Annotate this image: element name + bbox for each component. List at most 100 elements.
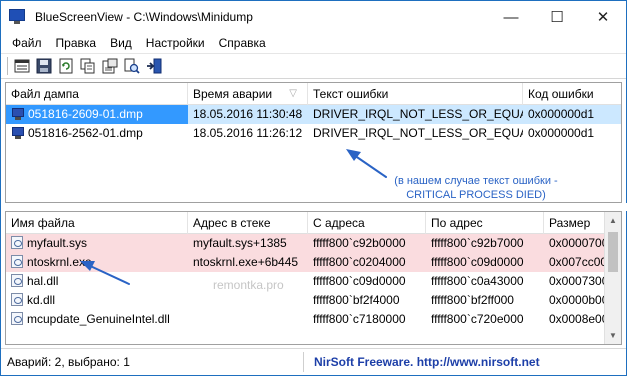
driver-filename: mcupdate_GenuineIntel.dll: [27, 312, 170, 326]
status-crash-count: Аварий: 2, выбрано: 1: [1, 352, 304, 372]
column-header-bug-check-string[interactable]: Текст ошибки: [308, 83, 523, 105]
column-header-to-address[interactable]: По адрес: [426, 212, 544, 234]
from-address-cell: fffff800`bf2f4000: [313, 293, 400, 307]
scroll-down-icon[interactable]: ▼: [605, 327, 621, 344]
window-title-separator: -: [126, 10, 131, 24]
dump-file-name: 051816-2562-01.dmp: [28, 126, 143, 140]
to-address-cell: fffff800`c720e000: [431, 312, 524, 326]
dump-file-name: 051816-2609-01.dmp: [28, 107, 143, 121]
menu-file[interactable]: Файл: [5, 36, 49, 50]
pane-splitter[interactable]: [1, 203, 627, 211]
column-header-bug-check-code[interactable]: Код ошибки: [523, 83, 621, 105]
size-cell: 0x0008e000: [549, 312, 606, 326]
scroll-up-icon[interactable]: ▲: [605, 212, 621, 229]
driver-row[interactable]: myfault.sys myfault.sys+1385 fffff800`c9…: [6, 234, 621, 253]
driver-file-icon: [11, 293, 23, 306]
to-address-cell: fffff800`c0a43000: [431, 274, 524, 288]
bug-check-string-cell: DRIVER_IRQL_NOT_LESS_OR_EQUAL: [313, 107, 523, 121]
column-header-crash-time[interactable]: Время аварии ▽: [188, 83, 308, 105]
save-icon: [36, 58, 52, 74]
stack-address-cell: myfault.sys+1385: [193, 236, 287, 250]
bluescreenview-app-icon: [9, 9, 27, 25]
dump-file-cell: 051816-2609-01.dmp: [6, 105, 188, 124]
html-report-icon: [102, 58, 118, 74]
sort-descending-icon: ▽: [289, 88, 297, 99]
to-address-cell: fffff800`bf2ff000: [431, 293, 514, 307]
window-controls: — ☐ ✕: [488, 1, 626, 33]
column-header-dump-file[interactable]: Файл дампа: [6, 83, 188, 105]
menu-view[interactable]: Вид: [103, 36, 139, 50]
annotation-line-2: CRITICAL PROCESS DIED): [406, 189, 546, 201]
crash-dump-row[interactable]: 051816-2609-01.dmp 18.05.2016 11:30:48 D…: [6, 105, 621, 124]
menu-help[interactable]: Справка: [212, 36, 273, 50]
window-app-name: BlueScreenView: [35, 10, 123, 24]
to-address-cell: fffff800`c09d0000: [431, 255, 524, 269]
driver-filename: hal.dll: [27, 274, 59, 288]
size-cell: 0x007cc000: [549, 255, 606, 269]
crash-dump-list-header: Файл дампа Время аварии ▽ Текст ошибки К…: [6, 83, 621, 105]
maximize-button[interactable]: ☐: [534, 1, 580, 33]
driver-file-icon: [11, 255, 23, 268]
find-icon: [124, 58, 140, 74]
column-header-crash-time-label: Время аварии: [193, 87, 273, 101]
filename-cell: myfault.sys: [6, 234, 188, 253]
exit-button[interactable]: [143, 55, 165, 77]
status-bar: Аварий: 2, выбрано: 1 NirSoft Freeware. …: [1, 348, 626, 375]
driver-row[interactable]: ntoskrnl.exe ntoskrnl.exe+6b445 fffff800…: [6, 253, 621, 272]
properties-icon: [14, 59, 30, 73]
menu-bar: Файл Правка Вид Настройки Справка: [1, 33, 626, 53]
watermark: remontka.pro: [213, 278, 284, 292]
driver-filename: kd.dll: [27, 293, 56, 307]
bug-check-string-cell: DRIVER_IRQL_NOT_LESS_OR_EQUAL: [313, 126, 523, 140]
column-header-from-address[interactable]: С адреса: [308, 212, 426, 234]
from-address-cell: fffff800`c0204000: [313, 255, 406, 269]
from-address-cell: fffff800`c92b0000: [313, 236, 406, 250]
column-header-filename[interactable]: Имя файла: [6, 212, 188, 234]
stack-address-cell: [188, 310, 308, 329]
scroll-thumb[interactable]: [608, 232, 618, 272]
status-nirsoft-link[interactable]: NirSoft Freeware. http://www.nirsoft.net: [304, 355, 540, 369]
column-header-size[interactable]: Размер: [544, 212, 606, 234]
stack-address-cell: [188, 291, 308, 310]
driver-list-header: Имя файла Адрес в стеке С адреса По адре…: [6, 212, 621, 234]
driver-file-icon: [11, 236, 23, 249]
size-cell: 0x00007000: [549, 236, 606, 250]
save-button[interactable]: [33, 55, 55, 77]
bug-check-code-cell: 0x000000d1: [528, 126, 595, 140]
filename-cell: hal.dll: [6, 272, 188, 291]
exit-icon: [147, 58, 162, 74]
dump-file-icon: [11, 108, 25, 120]
from-address-cell: fffff800`c7180000: [313, 312, 406, 326]
driver-file-icon: [11, 312, 23, 325]
driver-row[interactable]: hal.dll fffff800`c09d0000 fffff800`c0a43…: [6, 272, 621, 291]
menu-options[interactable]: Настройки: [139, 36, 212, 50]
find-button[interactable]: [121, 55, 143, 77]
properties-button[interactable]: [11, 55, 33, 77]
driver-row[interactable]: mcupdate_GenuineIntel.dll fffff800`c7180…: [6, 310, 621, 329]
filename-cell: mcupdate_GenuineIntel.dll: [6, 310, 188, 329]
vertical-scrollbar[interactable]: ▲ ▼: [604, 212, 621, 344]
size-cell: 0x0000b000: [549, 293, 606, 307]
crash-time-cell: 18.05.2016 11:30:48: [193, 107, 303, 121]
title-bar[interactable]: BlueScreenView - C:\Windows\Minidump — ☐…: [1, 1, 626, 33]
window-path: C:\Windows\Minidump: [133, 10, 253, 24]
html-report-button[interactable]: [99, 55, 121, 77]
dump-file-icon: [11, 127, 25, 139]
menu-edit[interactable]: Правка: [49, 36, 104, 50]
filename-cell: kd.dll: [6, 291, 188, 310]
close-button[interactable]: ✕: [580, 1, 626, 33]
column-header-stack-address[interactable]: Адрес в стеке: [188, 212, 308, 234]
minimize-button[interactable]: —: [488, 1, 534, 33]
copy-button[interactable]: [77, 55, 99, 77]
annotation-note: (в нашем случае текст ошибки - CRITICAL …: [381, 174, 571, 202]
driver-file-icon: [11, 274, 23, 287]
annotation-line-1: (в нашем случае текст ошибки -: [394, 175, 558, 187]
driver-list[interactable]: Имя файла Адрес в стеке С адреса По адре…: [5, 211, 622, 345]
crash-dump-row[interactable]: 051816-2562-01.dmp 18.05.2016 11:26:12 D…: [6, 124, 621, 143]
from-address-cell: fffff800`c09d0000: [313, 274, 406, 288]
to-address-cell: fffff800`c92b7000: [431, 236, 524, 250]
refresh-button[interactable]: [55, 55, 77, 77]
driver-row[interactable]: kd.dll fffff800`bf2f4000 fffff800`bf2ff0…: [6, 291, 621, 310]
driver-filename: ntoskrnl.exe: [27, 255, 92, 269]
copy-icon: [80, 58, 95, 74]
